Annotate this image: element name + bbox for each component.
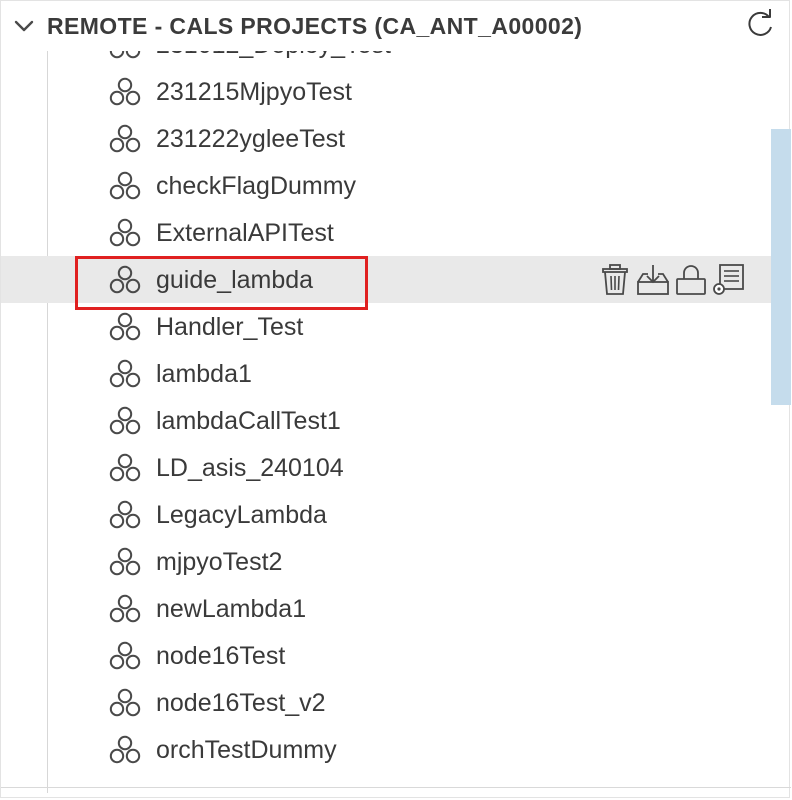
project-item-label: node16Test xyxy=(156,642,286,670)
project-item[interactable]: lambdaCallTest1 xyxy=(1,397,771,444)
project-item-label: newLambda1 xyxy=(156,595,307,623)
project-item[interactable]: node16Test_v2 xyxy=(1,679,771,726)
function-icon xyxy=(106,77,144,107)
function-icon xyxy=(106,641,144,671)
project-item-label: mjpyoTest2 xyxy=(156,548,283,576)
chevron-down-icon[interactable] xyxy=(13,15,35,37)
project-item-label: node16Test_v2 xyxy=(156,689,326,717)
function-icon xyxy=(106,594,144,624)
project-item[interactable]: orchTestDummy xyxy=(1,726,771,773)
project-item[interactable]: LegacyLambda xyxy=(1,491,771,538)
project-item-label: LD_asis_240104 xyxy=(156,454,344,482)
panel-bottom-edge xyxy=(1,787,791,788)
project-item[interactable]: 231222ygleeTest xyxy=(1,115,771,162)
project-item-label: lambda1 xyxy=(156,360,252,388)
section-header[interactable]: REMOTE - CALS PROJECTS (CA_ANT_A00002) xyxy=(1,1,791,51)
project-item[interactable]: checkFlagDummy xyxy=(1,162,771,209)
project-item[interactable]: 231012_Deploy_Test xyxy=(1,51,771,68)
project-item-label: 231012_Deploy_Test xyxy=(156,51,391,60)
project-item-label: 231215MjpyoTest xyxy=(156,78,352,106)
function-icon xyxy=(106,406,144,436)
project-item-label: ExternalAPITest xyxy=(156,219,334,247)
function-icon xyxy=(106,359,144,389)
project-item[interactable]: 231215MjpyoTest xyxy=(1,68,771,115)
function-icon xyxy=(106,547,144,577)
project-item-label: orchTestDummy xyxy=(156,736,337,764)
project-item-label: guide_lambda xyxy=(156,266,314,294)
project-item[interactable]: node16Test xyxy=(1,632,771,679)
project-item[interactable]: Handler_Test xyxy=(1,303,771,350)
project-item-label: Handler_Test xyxy=(156,313,304,341)
row-actions xyxy=(597,262,747,298)
download-icon[interactable] xyxy=(635,262,671,298)
function-icon xyxy=(106,171,144,201)
remote-explorer-panel: REMOTE - CALS PROJECTS (CA_ANT_A00002) 2… xyxy=(0,0,791,798)
refresh-icon[interactable] xyxy=(743,7,777,41)
project-rows: 231012_Deploy_Test 231215MjpyoTest 231222y… xyxy=(1,51,791,773)
project-item[interactable]: newLambda1 xyxy=(1,585,771,632)
section-title: REMOTE - CALS PROJECTS (CA_ANT_A00002) xyxy=(47,13,583,39)
function-icon xyxy=(106,124,144,154)
project-item[interactable]: lambda1 xyxy=(1,350,771,397)
log-list-icon[interactable] xyxy=(711,262,747,298)
project-item-label: LegacyLambda xyxy=(156,501,327,529)
function-icon xyxy=(106,688,144,718)
project-list[interactable]: 231012_Deploy_Test 231215MjpyoTest 231222y… xyxy=(1,51,791,793)
project-item[interactable]: guide_lambda xyxy=(1,256,771,303)
scrollbar-thumb[interactable] xyxy=(771,129,791,405)
function-icon xyxy=(106,218,144,248)
function-icon xyxy=(106,265,144,295)
project-item[interactable]: LD_asis_240104 xyxy=(1,444,771,491)
project-item-label: 231222ygleeTest xyxy=(156,125,346,153)
function-icon xyxy=(106,500,144,530)
trash-icon[interactable] xyxy=(597,262,633,298)
function-icon xyxy=(106,51,144,60)
lock-icon[interactable] xyxy=(673,262,709,298)
function-icon xyxy=(106,735,144,765)
function-icon xyxy=(106,453,144,483)
project-item-label: lambdaCallTest1 xyxy=(156,407,341,435)
project-item[interactable]: mjpyoTest2 xyxy=(1,538,771,585)
project-item-label: checkFlagDummy xyxy=(156,172,357,200)
project-item[interactable]: ExternalAPITest xyxy=(1,209,771,256)
function-icon xyxy=(106,312,144,342)
